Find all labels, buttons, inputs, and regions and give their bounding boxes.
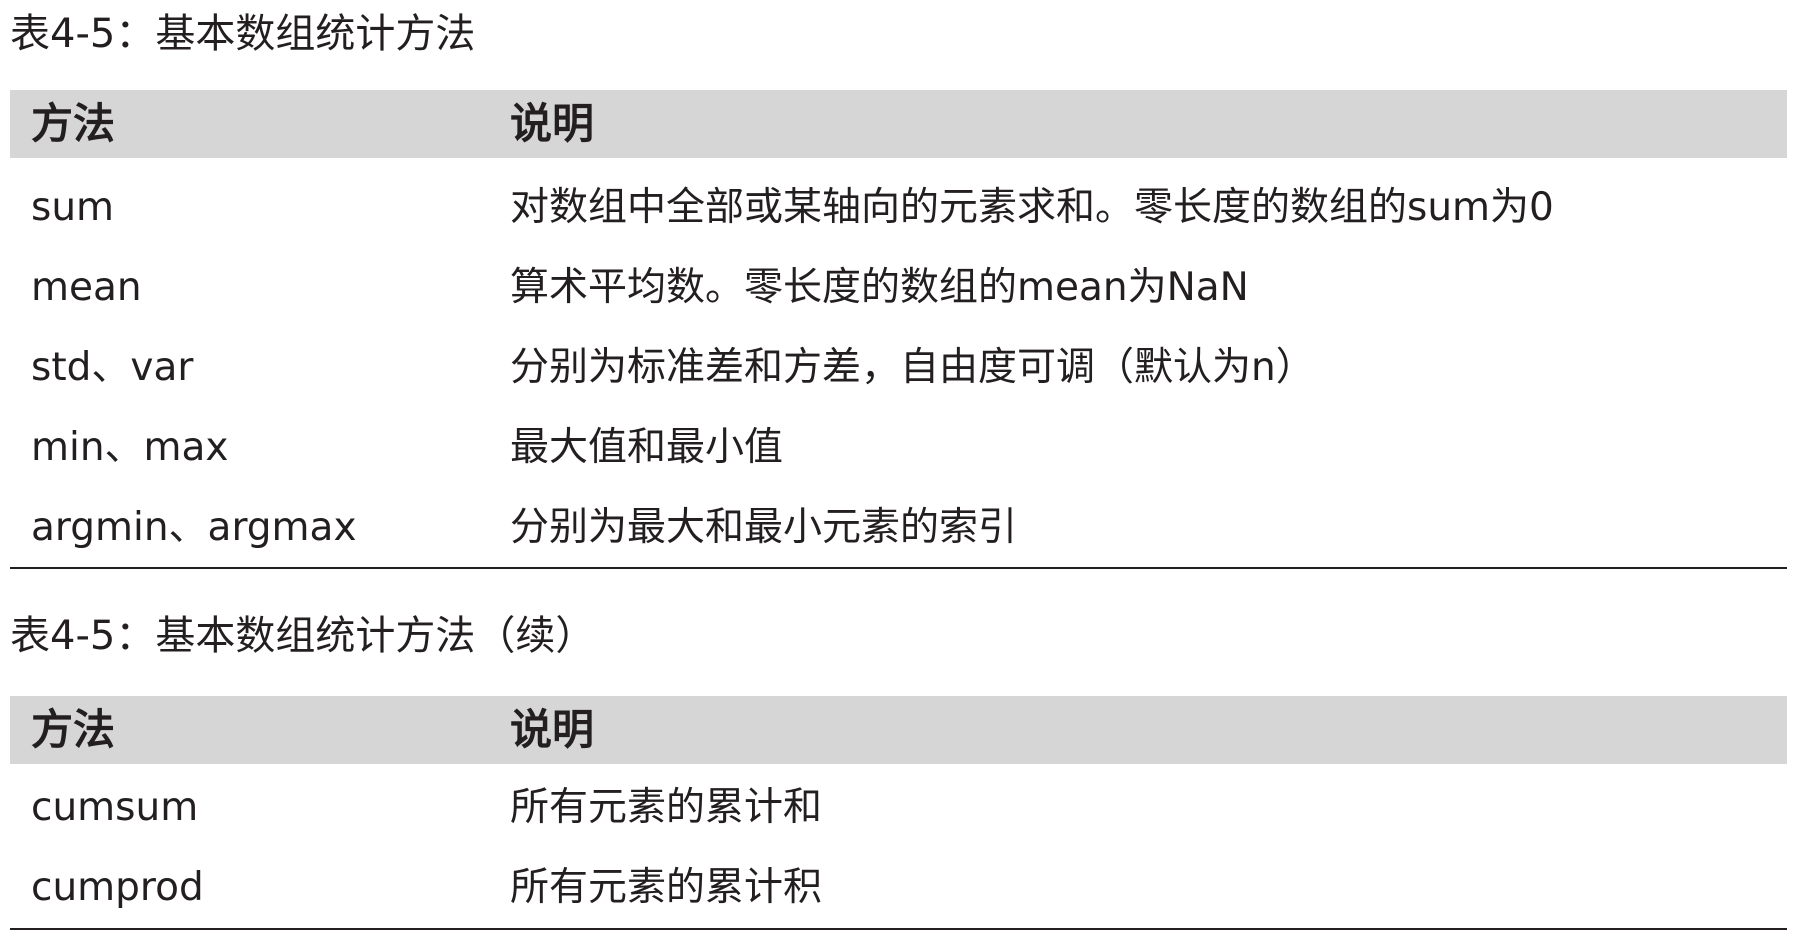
method-cell: argmin、argmax (31, 505, 357, 550)
table-row: argmin、argmax 分别为最大和最小元素的索引 (10, 488, 1787, 568)
column-header-method: 方法 (31, 99, 116, 148)
description-cell: 算术平均数。零长度的数组的mean为NaN (510, 265, 1249, 310)
table-row: cumprod 所有元素的累计积 (10, 848, 1787, 928)
table-caption: 表4-5：基本数组统计方法 (10, 11, 476, 57)
method-cell: cumsum (31, 785, 199, 830)
description-cell: 最大值和最小值 (510, 425, 784, 470)
table-caption: 表4-5：基本数组统计方法（续） (10, 613, 596, 659)
method-cell: sum (31, 185, 115, 230)
table-row: sum 对数组中全部或某轴向的元素求和。零长度的数组的sum为0 (10, 168, 1787, 248)
table-bottom-rule (10, 567, 1787, 569)
description-cell: 分别为标准差和方差，自由度可调（默认为n） (510, 345, 1315, 390)
table-bottom-rule (10, 928, 1787, 930)
stats-methods-table: 方法 说明 sum 对数组中全部或某轴向的元素求和。零长度的数组的sum为0 m… (10, 90, 1787, 568)
description-cell: 所有元素的累计积 (510, 865, 823, 910)
method-cell: mean (31, 265, 142, 310)
table-row: std、var 分别为标准差和方差，自由度可调（默认为n） (10, 328, 1787, 408)
table-row: mean 算术平均数。零长度的数组的mean为NaN (10, 248, 1787, 328)
method-cell: std、var (31, 345, 194, 390)
table-header-row: 方法 说明 (10, 696, 1787, 764)
description-cell: 对数组中全部或某轴向的元素求和。零长度的数组的sum为0 (510, 185, 1554, 230)
column-header-method: 方法 (31, 705, 116, 754)
method-cell: cumprod (31, 865, 204, 910)
table-row: min、max 最大值和最小值 (10, 408, 1787, 488)
table-row: cumsum 所有元素的累计和 (10, 768, 1787, 848)
table-header-row: 方法 说明 (10, 90, 1787, 158)
column-header-description: 说明 (510, 705, 595, 754)
column-header-description: 说明 (510, 99, 595, 148)
cumulative-methods-table: 方法 说明 cumsum 所有元素的累计和 cumprod 所有元素的累计积 (10, 696, 1787, 928)
method-cell: min、max (31, 425, 229, 470)
description-cell: 分别为最大和最小元素的索引 (510, 505, 1018, 550)
description-cell: 所有元素的累计和 (510, 785, 823, 830)
